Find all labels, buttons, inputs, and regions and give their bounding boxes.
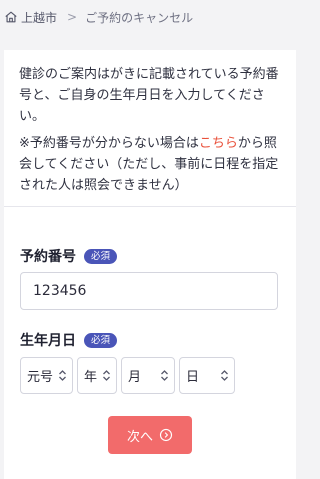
intro-text: 健診のご案内はがきに記載されている予約番号と、ご自身の生年月日を入力してください… xyxy=(4,50,296,196)
updown-chevron-icon xyxy=(103,370,110,381)
required-badge: 必須 xyxy=(84,248,118,264)
reservation-number-label: 予約番号 xyxy=(20,249,76,265)
reservation-number-input[interactable]: 123456 xyxy=(20,272,278,310)
day-select[interactable]: 日 xyxy=(179,357,235,394)
home-icon xyxy=(5,11,17,23)
updown-chevron-icon xyxy=(161,370,168,381)
breadcrumb: 上越市 > ご予約のキャンセル xyxy=(0,0,300,34)
breadcrumb-home-label: 上越市 xyxy=(21,10,58,25)
birthdate-selects: 元号 年 月 日 xyxy=(20,357,239,394)
next-button-label: 次へ xyxy=(126,429,153,445)
breadcrumb-separator: > xyxy=(67,10,78,24)
updown-chevron-icon xyxy=(59,370,66,381)
month-select[interactable]: 月 xyxy=(121,357,175,394)
next-button[interactable]: 次へ xyxy=(108,416,192,454)
day-select-value: 日 xyxy=(186,370,200,385)
birthdate-label-row: 生年月日 必須 xyxy=(20,330,118,350)
intro-note: ※予約番号が分からない場合はこちらから照会してください（ただし、事前に日程を指定… xyxy=(19,133,282,196)
year-select[interactable]: 年 xyxy=(77,357,117,394)
intro-note-before: ※予約番号が分からない場合は xyxy=(19,136,199,151)
arrow-circle-right-icon xyxy=(159,428,173,442)
era-select-value: 元号 xyxy=(27,370,54,385)
intro-instruction: 健診のご案内はがきに記載されている予約番号と、ご自身の生年月日を入力してください… xyxy=(19,67,279,124)
cancel-form-card: 健診のご案内はがきに記載されている予約番号と、ご自身の生年月日を入力してください… xyxy=(4,50,296,479)
updown-chevron-icon xyxy=(221,370,228,381)
year-select-value: 年 xyxy=(84,370,98,385)
breadcrumb-current: ご予約のキャンセル xyxy=(85,10,194,25)
lookup-link[interactable]: こちら xyxy=(199,136,238,151)
reservation-label-row: 予約番号 必須 xyxy=(20,246,118,266)
required-badge: 必須 xyxy=(84,332,118,348)
era-select[interactable]: 元号 xyxy=(20,357,73,394)
birthdate-label: 生年月日 xyxy=(20,333,76,349)
breadcrumb-home-link[interactable]: 上越市 xyxy=(4,9,57,26)
divider xyxy=(4,206,296,207)
month-select-value: 月 xyxy=(128,370,142,385)
